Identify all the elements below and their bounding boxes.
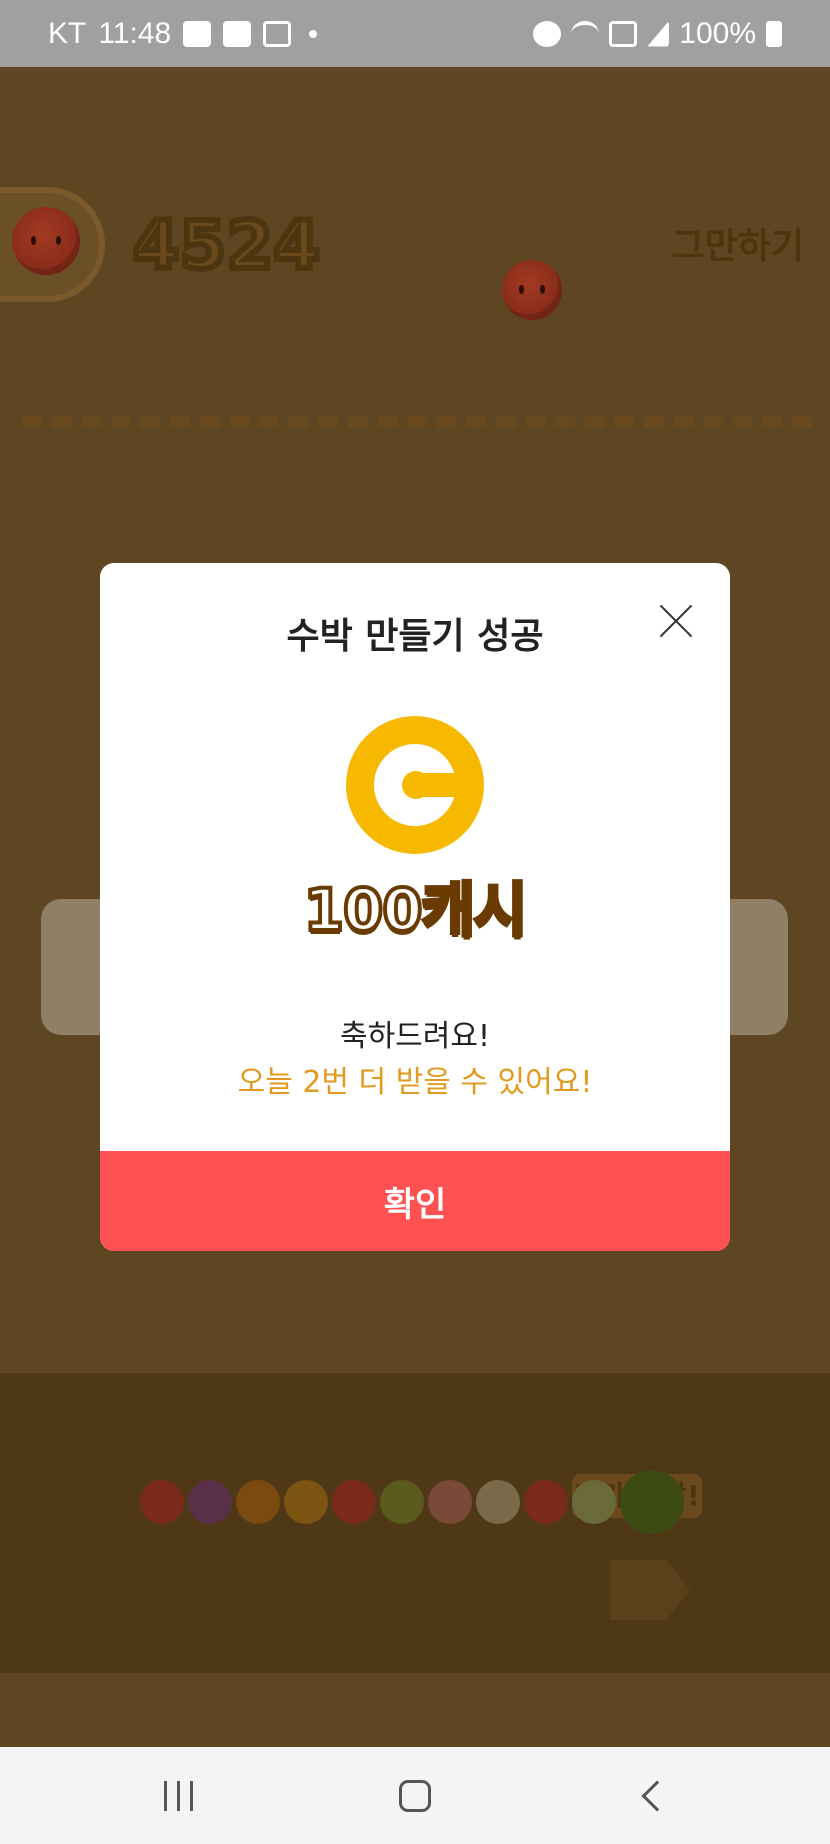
- back-icon: [641, 1779, 673, 1812]
- battery-icon: [766, 20, 782, 47]
- tomato-icon: [524, 1480, 568, 1524]
- kiwi-icon: [380, 1480, 424, 1524]
- gallery-icon: [223, 20, 252, 47]
- status-right: 100%: [533, 17, 782, 51]
- limit-line: [22, 417, 812, 427]
- notification-dot-icon: [309, 29, 318, 38]
- navigation-bar: [0, 1747, 830, 1844]
- recent-apps-icon: [163, 1780, 193, 1811]
- remaining-chances-text: 오늘 2번 더 받을 수 있어요!: [237, 1065, 593, 1100]
- congrats-text: 축하드려요!: [339, 1019, 491, 1054]
- hd-icon: [609, 20, 638, 47]
- home-button[interactable]: [375, 1766, 455, 1826]
- home-icon: [398, 1779, 431, 1812]
- coin-notch: [418, 773, 476, 797]
- status-bar: KT 11:48 100%: [0, 0, 830, 67]
- signal-icon: [647, 20, 670, 47]
- confirm-button[interactable]: 확인: [100, 1151, 730, 1251]
- battery-percent: 100%: [679, 16, 756, 50]
- recent-apps-button[interactable]: [138, 1766, 218, 1826]
- status-left: KT 11:48: [48, 16, 318, 51]
- melon-icon: [572, 1480, 616, 1524]
- carrier-label: KT: [48, 16, 87, 50]
- watermelon-icon: [620, 1470, 684, 1534]
- evolution-chain: [140, 1470, 684, 1534]
- modal-title: 수박 만들기 성공: [286, 616, 544, 657]
- grape-icon: [188, 1480, 232, 1524]
- pineapple-icon: [476, 1480, 520, 1524]
- stop-button[interactable]: 그만하기: [672, 217, 804, 269]
- success-modal: 수박 만들기 성공 100캐시 축하드려요! 오늘 2번 더 받을 수 있어요!…: [100, 563, 730, 1251]
- message-icon: [183, 20, 212, 47]
- persimmon-icon: [284, 1480, 328, 1524]
- dropping-fruit-icon[interactable]: [502, 260, 562, 320]
- strawberry-icon: [140, 1480, 184, 1524]
- alarm-icon: [533, 20, 562, 47]
- clock: 11:48: [98, 16, 172, 50]
- apple-icon: [332, 1480, 376, 1524]
- back-button[interactable]: [612, 1766, 692, 1826]
- peach-icon: [428, 1480, 472, 1524]
- close-icon[interactable]: [658, 603, 694, 639]
- wifi-icon: [571, 20, 600, 47]
- orange-icon: [236, 1480, 280, 1524]
- current-fruit-icon: [12, 207, 80, 275]
- feather-icon: [263, 20, 292, 47]
- reward-amount: 100캐시: [302, 874, 530, 946]
- score-value: 4524: [130, 204, 323, 287]
